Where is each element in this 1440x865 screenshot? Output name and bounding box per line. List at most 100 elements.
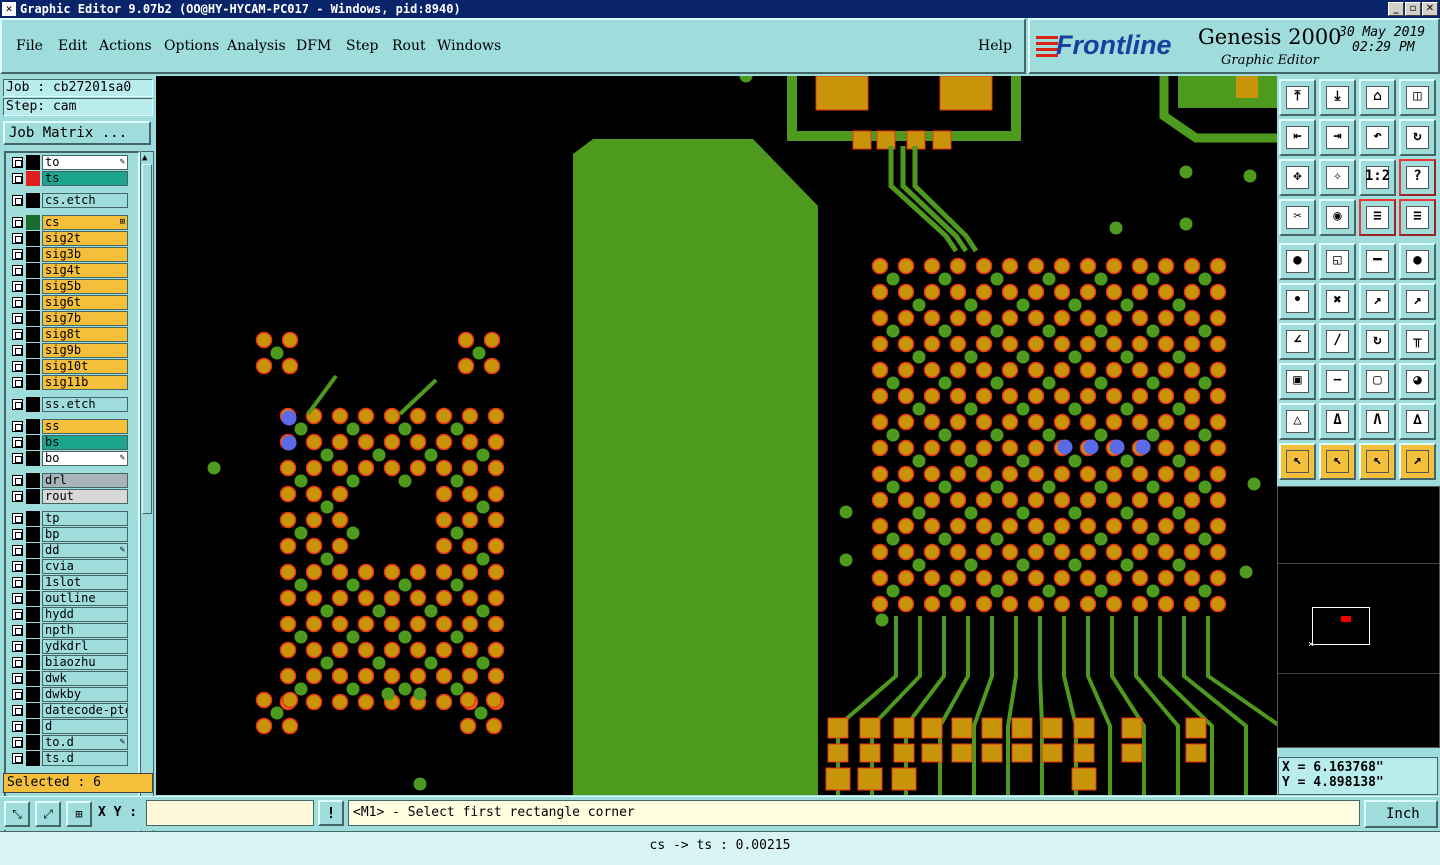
layer-checkbox[interactable] (12, 625, 23, 636)
layer-name[interactable]: sig2t (42, 231, 128, 246)
snap-icon[interactable]: ◉ (1319, 199, 1356, 236)
layer-name[interactable]: hydd (42, 607, 128, 622)
layer-swatch[interactable] (26, 419, 40, 434)
layer-checkbox[interactable] (12, 561, 23, 572)
layer-name[interactable]: outline (42, 591, 128, 606)
layer-row-bs[interactable]: bs (8, 435, 128, 450)
layer-name[interactable]: ss.etch (42, 397, 128, 412)
layer-row-bp[interactable]: bp (8, 527, 128, 542)
layer-checkbox[interactable] (12, 453, 23, 464)
menu-options[interactable]: Options (164, 38, 219, 54)
triangle-icon[interactable]: △ (1279, 403, 1316, 440)
layer-checkbox[interactable] (12, 361, 23, 372)
layer-swatch[interactable] (26, 171, 40, 186)
layer-name[interactable]: sig10t (42, 359, 128, 374)
xy-input[interactable] (146, 800, 314, 826)
line-end-2-icon[interactable]: ↗ (1399, 283, 1436, 320)
layer-checkbox[interactable] (12, 657, 23, 668)
menu-file[interactable]: File (16, 38, 43, 54)
layer-row-1slot[interactable]: 1slot (8, 575, 128, 590)
layer-name[interactable]: dwkby (42, 687, 128, 702)
layer-colors-icon[interactable]: ≡ (1359, 199, 1396, 236)
layer-checkbox[interactable] (12, 377, 23, 388)
layer-name[interactable]: bp (42, 527, 128, 542)
layer-name[interactable]: bo ✎ (42, 451, 128, 466)
arch-icon[interactable]: Ʌ (1359, 403, 1396, 440)
layer-swatch[interactable] (26, 559, 40, 574)
layer-row-npth[interactable]: npth (8, 623, 128, 638)
overview-map[interactable]: × (1277, 486, 1440, 748)
maximize-button[interactable]: ▫ (1405, 2, 1421, 16)
undo-zoom-icon[interactable]: ↶ (1359, 119, 1396, 156)
layer-name[interactable]: ts (42, 171, 128, 186)
cross-icon[interactable]: ✖ (1319, 283, 1356, 320)
layer-name[interactable]: to.d ✎ (42, 735, 128, 750)
layer-swatch[interactable] (26, 327, 40, 342)
layer-name[interactable]: cvia (42, 559, 128, 574)
layer-row-cs-etch[interactable]: cs.etch (8, 193, 128, 208)
layer-swatch[interactable] (26, 231, 40, 246)
menu-edit[interactable]: Edit (58, 38, 87, 54)
layer-name[interactable]: tp (42, 511, 128, 526)
layer-checkbox[interactable] (12, 641, 23, 652)
layer-checkbox[interactable] (12, 217, 23, 228)
layer-swatch[interactable] (26, 451, 40, 466)
layer-name[interactable]: ydkdrl (42, 639, 128, 654)
layer-row-ss-etch[interactable]: ss.etch (8, 397, 128, 412)
layer-row-outline[interactable]: outline (8, 591, 128, 606)
layer-row-hydd[interactable]: hydd (8, 607, 128, 622)
layer-swatch[interactable] (26, 575, 40, 590)
grid-icon[interactable]: ⊞ (66, 801, 92, 827)
pan-right-icon[interactable]: ⇥ (1319, 119, 1356, 156)
minus-icon[interactable]: − (1319, 363, 1356, 400)
layer-name[interactable]: to ✎ (42, 155, 128, 170)
layer-checkbox[interactable] (12, 345, 23, 356)
mirror-icon[interactable]: ╥ (1399, 323, 1436, 360)
layer-swatch[interactable] (26, 735, 40, 750)
minimize-button[interactable]: _ (1388, 2, 1404, 16)
layer-row-to[interactable]: to ✎ (8, 155, 128, 170)
angle-icon[interactable]: ∠ (1279, 323, 1316, 360)
layer-checkbox[interactable] (12, 421, 23, 432)
overview-viewport[interactable] (1312, 607, 1370, 645)
layer-name[interactable]: cs ⊞ (42, 215, 128, 230)
pad-icon[interactable]: ● (1399, 243, 1436, 280)
layer-checkbox[interactable] (12, 195, 23, 206)
layer-swatch[interactable] (26, 435, 40, 450)
shapes-icon[interactable]: ◕ (1399, 363, 1436, 400)
pointer-icon[interactable]: ↖ (1279, 443, 1316, 480)
layer-checkbox[interactable] (12, 475, 23, 486)
layer-name[interactable]: cs.etch (42, 193, 128, 208)
scroll-up-icon[interactable]: ▲ (142, 153, 147, 163)
slope-icon[interactable]: ∕ (1319, 323, 1356, 360)
layer-row-bo[interactable]: bo ✎ (8, 451, 128, 466)
pointer-select-icon[interactable]: ↖ (1319, 443, 1356, 480)
layer-swatch[interactable] (26, 311, 40, 326)
layer-swatch[interactable] (26, 279, 40, 294)
layer-checkbox[interactable] (12, 545, 23, 556)
layer-swatch[interactable] (26, 155, 40, 170)
layer-swatch[interactable] (26, 397, 40, 412)
scroll-thumb[interactable] (142, 164, 152, 514)
menu-actions[interactable]: Actions (99, 38, 152, 54)
layer-name[interactable]: sig9b (42, 343, 128, 358)
layer-swatch[interactable] (26, 375, 40, 390)
zoom-home-2-icon[interactable]: ⤓ (1319, 79, 1356, 116)
layer-swatch[interactable] (26, 295, 40, 310)
layer-swatch[interactable] (26, 687, 40, 702)
alert-button[interactable]: ! (318, 800, 344, 826)
layer-row-sig2t[interactable]: sig2t (8, 231, 128, 246)
menu-analysis[interactable]: Analysis (227, 38, 286, 54)
layer-name[interactable]: sig3b (42, 247, 128, 262)
layer-swatch[interactable] (26, 703, 40, 718)
zoom-1-2-icon[interactable]: 1:2 (1359, 159, 1396, 196)
line-end-icon[interactable]: ↗ (1359, 283, 1396, 320)
layer-swatch[interactable] (26, 655, 40, 670)
layer-checkbox[interactable] (12, 673, 23, 684)
layer-row-dwkby[interactable]: dwkby (8, 687, 128, 702)
net-icon[interactable]: • (1279, 283, 1316, 320)
redraw-icon[interactable]: ↻ (1399, 119, 1436, 156)
resize-icon[interactable]: ▢ (1359, 363, 1396, 400)
layer-row-to-d[interactable]: to.d ✎ (8, 735, 128, 750)
layer-swatch[interactable] (26, 511, 40, 526)
